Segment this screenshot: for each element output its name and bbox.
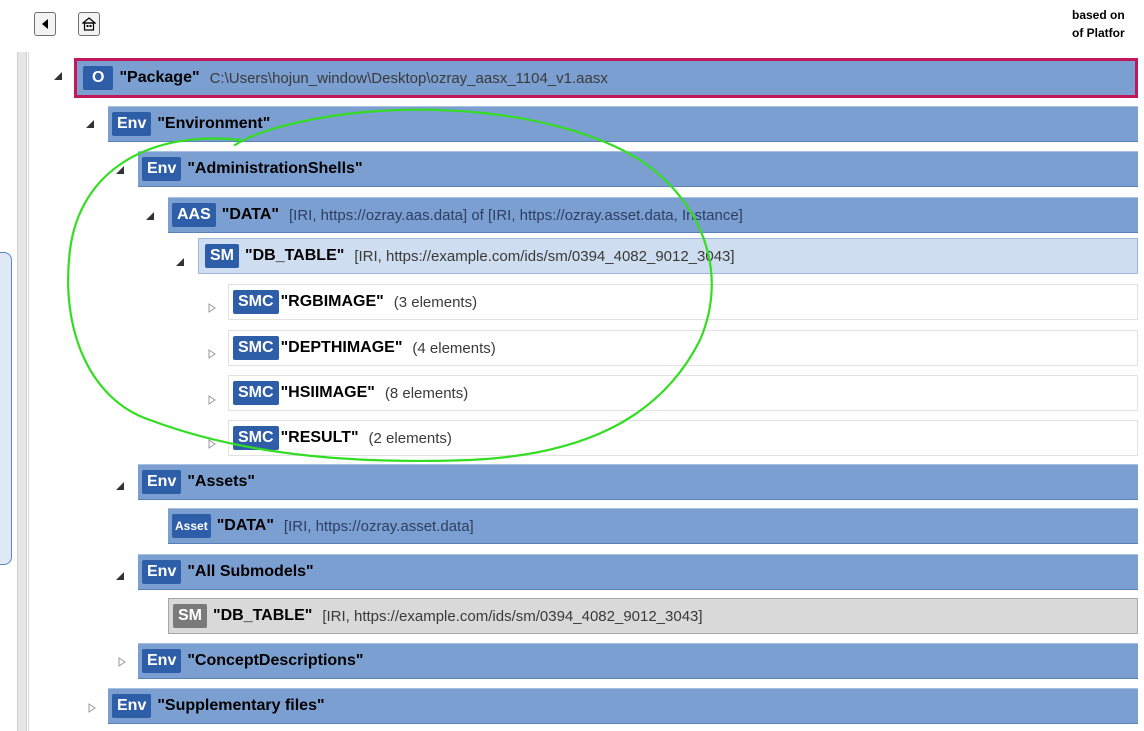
triangle-down-icon: [176, 258, 184, 266]
expander-supplementary-files[interactable]: [86, 702, 98, 714]
tree-row-package[interactable]: O "Package" C:\Users\hojun_window\Deskto…: [74, 58, 1138, 98]
node-type-tag: SM: [205, 244, 239, 268]
node-name: "DB_TABLE": [245, 247, 345, 264]
tree-row-environment[interactable]: Env "Environment": [108, 106, 1138, 142]
node-name: "Environment": [157, 115, 271, 132]
tree-row-all-sm-db-table[interactable]: SM "DB_TABLE" [IRI, https://example.com/…: [168, 598, 1138, 634]
hint-line-2: of Platfor: [1072, 26, 1125, 40]
tree-row-smc-depthimage[interactable]: SMC "DEPTHIMAGE" (4 elements): [228, 330, 1138, 366]
node-type-tag: SM: [173, 604, 207, 628]
left-pane: [0, 52, 14, 731]
expander-concept-descriptions[interactable]: [116, 656, 128, 668]
node-name: "DATA": [221, 206, 280, 223]
expander-smc-result[interactable]: [206, 438, 218, 450]
node-name: "DATA": [216, 517, 274, 534]
node-type-tag: Asset: [172, 514, 211, 538]
expander-submodel[interactable]: [174, 256, 186, 268]
node-info: [IRI, https://example.com/ids/sm/0394_40…: [354, 247, 735, 265]
back-button[interactable]: [34, 12, 56, 36]
node-info: (2 elements): [368, 429, 452, 447]
expander-smc-hsiimage[interactable]: [206, 394, 218, 406]
tree-row-assets[interactable]: Env "Assets": [138, 464, 1138, 500]
node-info: [IRI, https://ozray.asset.data]: [283, 517, 474, 535]
node-name: "RGBIMAGE": [280, 293, 384, 310]
node-type-tag: AAS: [172, 203, 216, 227]
triangle-down-icon: [86, 120, 94, 128]
platform-hint: based on of Platfor: [1062, 6, 1142, 42]
tree-row-administration-shells[interactable]: Env "AdministrationShells": [138, 151, 1138, 187]
triangle-right-icon: [208, 303, 216, 313]
expander-admin-shells[interactable]: [114, 164, 126, 176]
node-type-tag: SMC: [233, 336, 279, 360]
triangle-right-icon: [88, 703, 96, 713]
triangle-down-icon: [116, 482, 124, 490]
triangle-right-icon: [208, 349, 216, 359]
node-info: C:\Users\hojun_window\Desktop\ozray_aasx…: [209, 69, 608, 87]
node-type-tag: SMC: [233, 381, 279, 405]
tree-row-all-submodels[interactable]: Env "All Submodels": [138, 554, 1138, 590]
node-name: "RESULT": [280, 429, 359, 446]
node-name: "All Submodels": [187, 563, 314, 580]
node-type-tag: SMC: [233, 290, 279, 314]
tree-row-supplementary-files[interactable]: Env "Supplementary files": [108, 688, 1138, 724]
tree-row-aas-data[interactable]: AAS "DATA" [IRI, https://ozray.aas.data]…: [168, 197, 1138, 233]
home-button[interactable]: [78, 12, 100, 36]
triangle-down-icon: [116, 166, 124, 174]
node-type-tag: SMC: [233, 426, 279, 450]
triangle-down-icon: [116, 572, 124, 580]
triangle-right-icon: [118, 657, 126, 667]
tree-row-concept-descriptions[interactable]: Env "ConceptDescriptions": [138, 643, 1138, 679]
expander-aas[interactable]: [144, 210, 156, 222]
left-panel-tab[interactable]: [0, 252, 12, 565]
node-info: (8 elements): [384, 384, 469, 402]
triangle-down-icon: [54, 72, 62, 80]
expander-assets[interactable]: [114, 480, 126, 492]
tree-row-smc-result[interactable]: SMC "RESULT" (2 elements): [228, 420, 1138, 456]
tree-row-submodel-db-table[interactable]: SM "DB_TABLE" [IRI, https://example.com/…: [198, 238, 1138, 274]
node-name: "Assets": [187, 473, 255, 490]
toolbar: based on of Platfor: [0, 0, 1144, 52]
tree-row-asset-data[interactable]: Asset "DATA" [IRI, https://ozray.asset.d…: [168, 508, 1138, 544]
node-name: "Supplementary files": [157, 697, 325, 714]
node-type-tag: Env: [142, 470, 182, 494]
node-name: "HSIIMAGE": [280, 384, 375, 401]
node-name: "DEPTHIMAGE": [280, 339, 403, 356]
triangle-down-icon: [146, 212, 154, 220]
back-arrow-icon: [42, 19, 48, 29]
triangle-right-icon: [208, 439, 216, 449]
node-type-tag: Env: [142, 649, 182, 673]
node-type-tag: Env: [112, 694, 152, 718]
node-type-tag: Env: [142, 157, 182, 181]
node-name: "AdministrationShells": [187, 160, 363, 177]
node-info: [IRI, https://ozray.aas.data] of [IRI, h…: [289, 206, 743, 224]
node-type-tag: O: [83, 66, 114, 90]
expander-smc-depthimage[interactable]: [206, 348, 218, 360]
node-type-tag: Env: [112, 112, 152, 136]
home-icon: [82, 17, 96, 31]
node-name: "DB_TABLE": [213, 607, 313, 624]
node-info: (4 elements): [412, 339, 496, 357]
node-info: [IRI, https://example.com/ids/sm/0394_40…: [322, 607, 703, 625]
triangle-right-icon: [208, 395, 216, 405]
expander-environment[interactable]: [84, 118, 96, 130]
pane-splitter[interactable]: [17, 52, 27, 731]
tree-row-smc-rgbimage[interactable]: SMC "RGBIMAGE" (3 elements): [228, 284, 1138, 320]
hint-line-1: based on: [1072, 8, 1125, 22]
node-name: "ConceptDescriptions": [187, 652, 364, 669]
node-info: (3 elements): [393, 293, 478, 311]
expander-smc-rgbimage[interactable]: [206, 302, 218, 314]
node-name: "Package": [119, 69, 200, 86]
expander-package[interactable]: [52, 70, 64, 82]
tree-row-smc-hsiimage[interactable]: SMC "HSIIMAGE" (8 elements): [228, 375, 1138, 411]
node-type-tag: Env: [142, 560, 182, 584]
expander-all-submodels[interactable]: [114, 570, 126, 582]
